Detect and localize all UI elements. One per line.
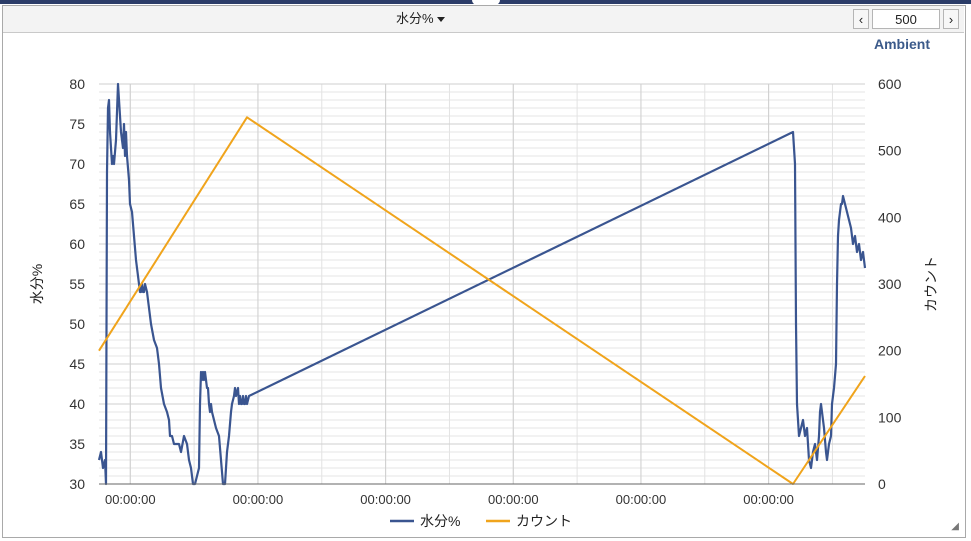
resize-grip-icon[interactable]: ◢ [951, 521, 959, 532]
y-left-tick-label: 50 [69, 316, 85, 332]
y-left-tick-label: 75 [69, 116, 85, 132]
x-tick-label: 00:00:00 [616, 492, 667, 507]
y-left-tick-label: 55 [69, 276, 85, 292]
y-right-tick-label: 600 [878, 76, 902, 92]
y-right-tick-label: 100 [878, 409, 902, 425]
x-tick-label: 00:00:00 [360, 492, 411, 507]
y-right-tick-label: 400 [878, 209, 902, 225]
y-left-tick-label: 80 [69, 76, 85, 92]
y-left-tick-label: 40 [69, 396, 85, 412]
y-right-axis-label: カウント [923, 256, 939, 312]
y-right-tick-label: 500 [878, 143, 902, 159]
y-left-tick-label: 35 [69, 436, 85, 452]
x-tick-label: 00:00:00 [233, 492, 284, 507]
x-tick-label: 00:00:00 [105, 492, 156, 507]
y-left-tick-label: 45 [69, 356, 85, 372]
legend-label-2: カウント [516, 513, 572, 529]
y-left-tick-label: 60 [69, 236, 85, 252]
legend: 水分% カウント [390, 513, 572, 529]
y-right-tick-label: 0 [878, 476, 886, 492]
y-left-tick-label: 70 [69, 156, 85, 172]
y-left-tick-label: 65 [69, 196, 85, 212]
line-chart: 00:00:00 00:00:00 00:00:00 00:00:00 00:00:00… [29, 76, 939, 529]
y-left-axis-label: 水分% [29, 264, 45, 304]
y-right-tick-label: 300 [878, 276, 902, 292]
y-right-tick-label: 200 [878, 343, 902, 359]
x-tick-label: 00:00:00 [743, 492, 794, 507]
x-tick-label: 00:00:00 [488, 492, 539, 507]
y-left-tick-label: 30 [69, 476, 85, 492]
legend-label-1: 水分% [420, 513, 460, 529]
